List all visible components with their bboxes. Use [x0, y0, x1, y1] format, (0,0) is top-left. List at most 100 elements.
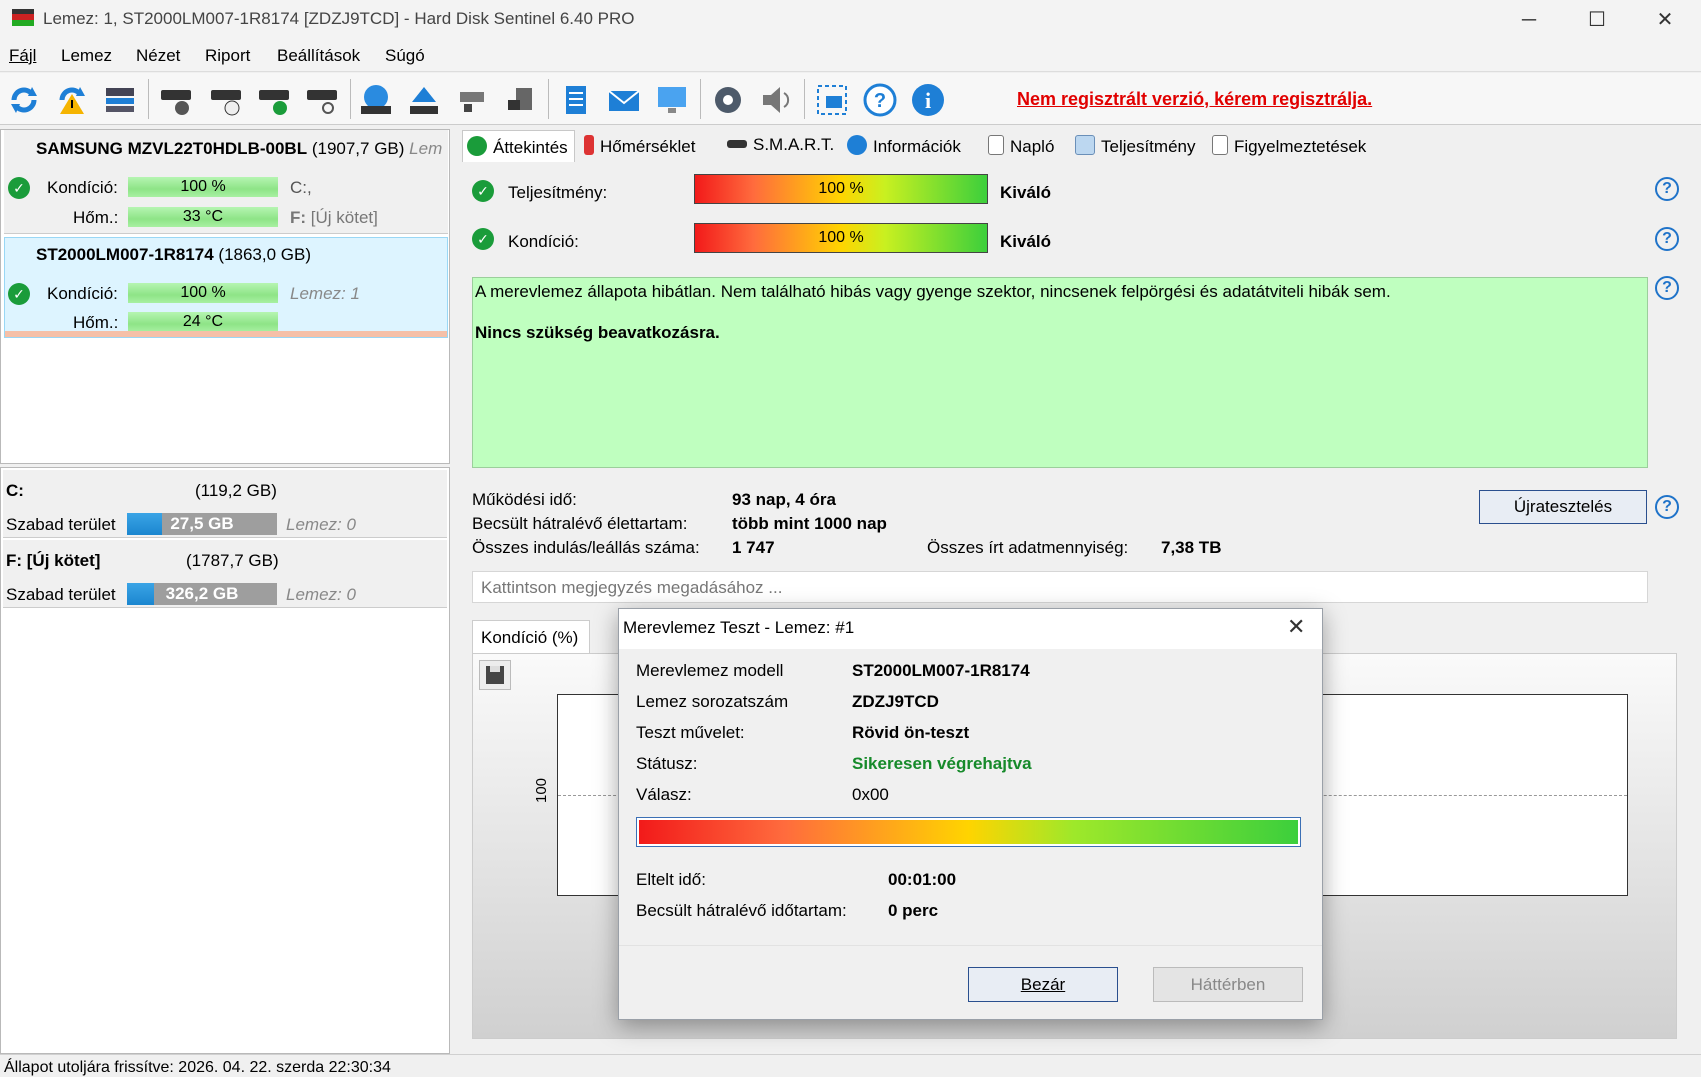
retest-button[interactable]: Újratesztelés — [1479, 490, 1647, 524]
free-space-bar: 27,5 GB — [127, 513, 277, 535]
menu-file[interactable]: Fájl — [9, 46, 36, 66]
elapsed-label: Eltelt idő: — [636, 870, 706, 889]
tab-performance[interactable]: Teljesítmény — [1071, 130, 1199, 162]
performance-rating: Kiváló — [1000, 183, 1052, 202]
volume-name: [Új kötet] — [310, 208, 378, 227]
disk-size: (1863,0 GB) — [218, 245, 312, 264]
tab-overview[interactable]: Áttekintés — [462, 130, 575, 162]
sound-icon[interactable] — [756, 81, 796, 119]
disk-card-samsung[interactable]: SAMSUNG MZVL22T0HDLB-00BL (1907,7 GB) Le… — [4, 130, 448, 234]
usb-disk-icon[interactable] — [500, 81, 540, 119]
register-link[interactable]: Nem regisztrált verzió, kérem regisztrál… — [1017, 89, 1372, 110]
background-button[interactable]: Háttérben — [1153, 967, 1303, 1002]
free-space-fill — [127, 513, 162, 535]
alerts-icon — [1212, 135, 1228, 155]
tab-smart[interactable]: S.M.A.R.T. — [723, 130, 838, 162]
close-window-button[interactable]: ✕ — [1629, 0, 1701, 40]
model-value: ST2000LM007-1R8174 — [852, 661, 1030, 680]
reply-label: Válasz: — [636, 785, 692, 804]
chart-tab-condition[interactable]: Kondíció (%) — [472, 620, 590, 654]
operation-value: Rövid ön-teszt — [852, 723, 970, 742]
disk-extra: Lem — [409, 139, 443, 158]
dialog-footer: Bezár Háttérben — [619, 945, 1322, 1019]
help-condition-icon[interactable]: ? — [1655, 227, 1679, 251]
monitor-icon[interactable] — [652, 81, 692, 119]
screenshot-icon[interactable] — [812, 81, 852, 119]
volume-name: C: — [6, 481, 24, 500]
refresh-warning-icon[interactable] — [52, 81, 92, 119]
volume-card-c[interactable]: C: (119,2 GB) Szabad terület 27,5 GB Lem… — [3, 470, 447, 538]
menu-disk[interactable]: Lemez — [61, 46, 112, 66]
help-retest-icon[interactable]: ? — [1655, 495, 1679, 519]
minimize-button[interactable]: ─ — [1493, 0, 1565, 40]
eject-icon[interactable] — [404, 81, 444, 119]
tab-info[interactable]: Információk — [843, 130, 965, 162]
disk-ok-icon[interactable] — [254, 81, 294, 119]
ok-check-icon: ✓ — [8, 177, 30, 199]
tab-alerts[interactable]: Figyelmeztetések — [1208, 130, 1370, 162]
status-value: Sikeresen végrehajtva — [852, 754, 1032, 773]
disk-list-panel: SAMSUNG MZVL22T0HDLB-00BL (1907,7 GB) Le… — [0, 129, 450, 464]
save-chart-icon[interactable] — [479, 660, 511, 690]
report-icon[interactable] — [556, 81, 596, 119]
temp-bar: 33 °C — [128, 207, 278, 227]
menu-help[interactable]: Súgó — [385, 46, 425, 66]
status-bar-text: Állapot utoljára frissítve: 2026. 04. 22… — [4, 1059, 391, 1076]
condition-label: Kondíció: — [47, 178, 118, 197]
menu-view[interactable]: Nézet — [136, 46, 180, 66]
menu-bar: Fájl Lemez Nézet Riport Beállítások Súgó — [0, 40, 1701, 72]
operation-label: Teszt művelet: — [636, 723, 745, 742]
free-space-label: Szabad terület — [6, 585, 116, 604]
condition-bar: 100 % — [694, 223, 988, 253]
chart-icon — [1075, 135, 1095, 155]
uptime-value: 93 nap, 4 óra — [732, 490, 836, 509]
window-title: Lemez: 1, ST2000LM007-1R8174 [ZDZJ9TCD] … — [43, 9, 635, 28]
help-icon[interactable]: ? — [860, 81, 900, 119]
disk-surface-icon[interactable] — [156, 81, 196, 119]
smart-icon — [727, 140, 747, 148]
close-button[interactable]: Bezár — [968, 967, 1118, 1002]
remaining-value: 0 perc — [888, 901, 939, 920]
disk-list-icon[interactable] — [100, 81, 140, 119]
dialog-title-bar: Merevlemez Teszt - Lemez: #1 ✕ — [619, 609, 1322, 649]
disk-ref: Lemez: 0 — [286, 515, 356, 534]
written-label: Összes írt adatmennyiség: — [927, 538, 1129, 557]
lifetime-value: több mint 1000 nap — [732, 514, 887, 533]
condition-rating: Kiváló — [1000, 232, 1052, 251]
network-disk-icon[interactable] — [452, 81, 492, 119]
disk-ref: Lemez: 0 — [286, 585, 356, 604]
chart-ytick: 100 — [533, 777, 551, 804]
thermometer-icon — [584, 135, 594, 155]
disk-test-dialog: Merevlemez Teszt - Lemez: #1 ✕ Merevleme… — [618, 608, 1323, 1020]
performance-label: Teljesítmény: — [508, 183, 608, 202]
settings-icon[interactable] — [708, 81, 748, 119]
refresh-icon[interactable] — [4, 81, 44, 119]
status-text: A merevlemez állapota hibátlan. Nem talá… — [475, 282, 1391, 301]
menu-report[interactable]: Riport — [205, 46, 250, 66]
temp-bar: 24 °C — [128, 312, 278, 332]
disk-search-icon[interactable] — [302, 81, 342, 119]
disk-card-st2000[interactable]: ST2000LM007-1R8174 (1863,0 GB) ✓ Kondíci… — [4, 237, 448, 338]
partition-list: C:, — [290, 178, 312, 197]
help-performance-icon[interactable]: ? — [1655, 177, 1679, 201]
menu-settings[interactable]: Beállítások — [277, 46, 360, 66]
serial-value: ZDZJ9TCD — [852, 692, 939, 711]
toolbar: ? i — [0, 73, 1701, 125]
volume-name: F: [Új kötet] — [6, 551, 101, 570]
tab-temperature[interactable]: Hőmérséklet — [580, 130, 699, 162]
dialog-close-icon[interactable]: ✕ — [1287, 614, 1305, 640]
volume-card-f[interactable]: F: [Új kötet] (1787,7 GB) Szabad terület… — [3, 540, 447, 608]
email-icon[interactable] — [604, 81, 644, 119]
free-space-fill — [127, 583, 154, 605]
info-icon[interactable]: i — [908, 81, 948, 119]
test-progress-bar — [636, 817, 1301, 847]
tab-log[interactable]: Napló — [984, 130, 1058, 162]
maximize-button[interactable]: ☐ — [1561, 0, 1633, 40]
note-input[interactable]: Kattintson megjegyzés megadásához ... — [472, 571, 1648, 603]
dialog-title: Merevlemez Teszt - Lemez: #1 — [623, 618, 855, 637]
help-status-icon[interactable]: ? — [1655, 276, 1679, 300]
disk-schedule-icon[interactable] — [206, 81, 246, 119]
status-bar: Állapot utoljára frissítve: 2026. 04. 22… — [0, 1054, 1701, 1076]
elapsed-value: 00:01:00 — [888, 870, 957, 889]
globe-disk-icon[interactable] — [356, 81, 396, 119]
